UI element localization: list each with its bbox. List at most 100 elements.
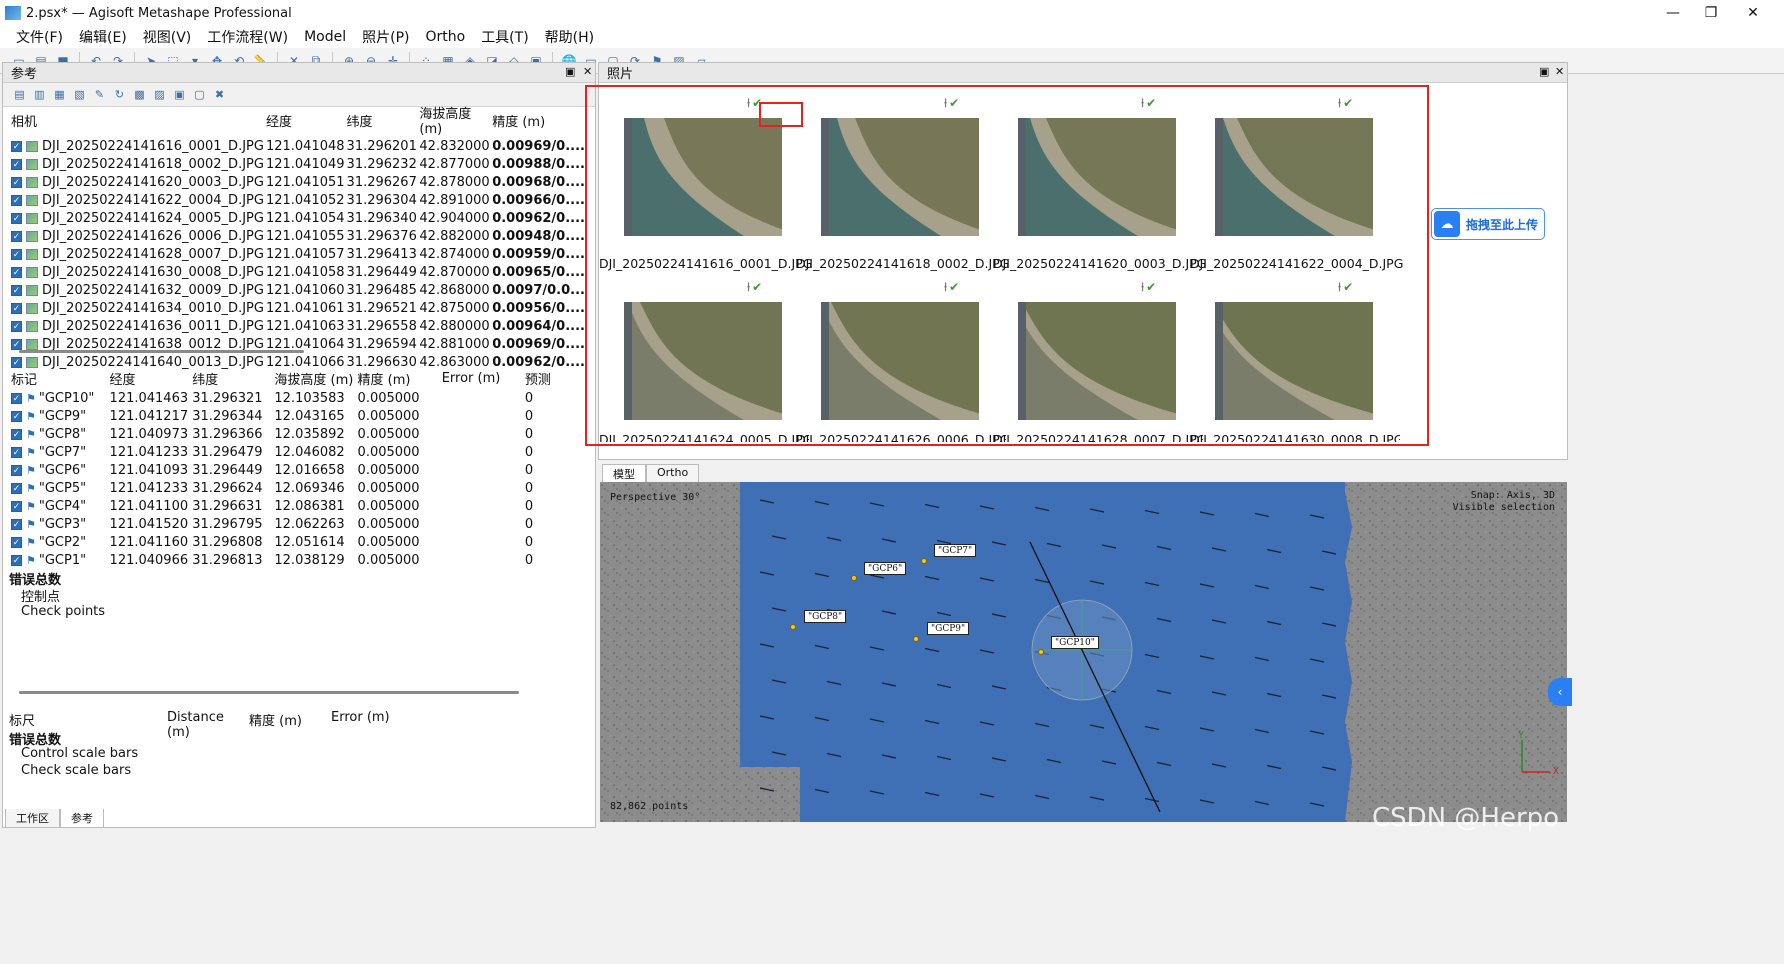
table-row[interactable]: ✓ ⚑ "GCP8" 121.040973 31.296366 12.035892 0.00… [9,425,603,443]
table-row[interactable]: ✓ DJI_20250224141618_0002_D.JPG 121.041049… [9,155,585,173]
enable-checkbox[interactable]: ✓ [11,284,22,296]
table-row[interactable]: ✓ DJI_20250224141628_0007_D.JPG 121.041057… [9,245,585,263]
enable-checkbox[interactable]: ✓ [11,194,22,206]
table-row[interactable]: ✓ DJI_20250224141626_0006_D.JPG 121.041055… [9,227,585,245]
maximize-button[interactable]: ❐ [1688,0,1734,26]
col-accuracy[interactable]: 精度 (m) [490,103,585,137]
enable-checkbox[interactable]: ✓ [11,446,22,458]
tab-workspace[interactable]: 工作区 [5,809,60,828]
table-row[interactable]: ✓ DJI_20250224141634_0010_D.JPG 121.041061… [9,299,585,317]
export-icon[interactable]: ▥ [31,86,48,103]
table-row[interactable]: ✓ ⚑ "GCP9" 121.041217 31.296344 12.043165 0.00… [9,407,603,425]
enable-checkbox[interactable]: ✓ [11,302,22,314]
enable-checkbox[interactable]: ✓ [11,140,22,152]
view-estimated-icon[interactable]: ▢ [191,86,208,103]
col-marker-error[interactable]: Error (m) [440,367,523,389]
enable-checkbox[interactable]: ✓ [11,230,22,242]
col-marker-latitude[interactable]: 纬度 [190,367,272,389]
float-panel-icon[interactable]: ▣ [565,65,575,78]
close-panel-icon[interactable]: ✕ [583,65,592,78]
import-icon[interactable]: ▤ [11,86,28,103]
tab-model[interactable]: 模型 [602,464,646,484]
gcp9-marker-pin[interactable] [913,636,919,642]
col-longitude[interactable]: 经度 [264,103,345,137]
close-button[interactable]: ✕ [1730,0,1776,26]
col-latitude[interactable]: 纬度 [345,103,418,137]
menu-edit[interactable]: 编辑(E) [71,27,135,47]
table-row[interactable]: ✓ ⚑ "GCP5" 121.041233 31.296624 12.069346 0.00… [9,479,603,497]
enable-checkbox[interactable]: ✓ [11,482,22,494]
enable-checkbox[interactable]: ✓ [11,392,22,404]
enable-checkbox[interactable]: ✓ [11,158,22,170]
table-row[interactable]: ✓ DJI_20250224141616_0001_D.JPG 121.041048… [9,137,585,155]
menu-tools[interactable]: 工具(T) [473,27,536,47]
table-row[interactable]: ✓ ⚑ "GCP1" 121.040966 31.296813 12.038129 0.00… [9,551,603,569]
table-row[interactable]: ✓ DJI_20250224141632_0009_D.JPG 121.041060… [9,281,585,299]
enable-checkbox[interactable]: ✓ [11,356,22,368]
menu-view[interactable]: 视图(V) [135,27,200,47]
settings-table-icon[interactable]: ▧ [71,86,88,103]
enable-checkbox[interactable]: ✓ [11,554,22,566]
reference-settings-icon[interactable]: ✖ [211,86,228,103]
enable-checkbox[interactable]: ✓ [11,536,22,548]
col-camera[interactable]: 相机 [9,103,264,137]
col-altitude[interactable]: 海拔高度 (m) [417,103,490,137]
gcp6-marker-pin[interactable] [851,575,857,581]
enable-checkbox[interactable]: ✓ [11,248,22,260]
side-collapse-button[interactable]: ‹ [1548,678,1572,706]
view-source-icon[interactable]: ▩ [131,86,148,103]
table-row[interactable]: ✓ ⚑ "GCP4" 121.041100 31.296631 12.086381 0.00… [9,497,603,515]
float-panel-icon[interactable]: ▣ [1539,65,1549,78]
enable-checkbox[interactable]: ✓ [11,410,22,422]
table-row[interactable]: ✓ DJI_20250224141622_0004_D.JPG 121.041052… [9,191,585,209]
menu-photo[interactable]: 照片(P) [354,27,417,47]
enable-checkbox[interactable]: ✓ [11,266,22,278]
table-row[interactable]: ✓ DJI_20250224141630_0008_D.JPG 121.041058… [9,263,585,281]
gcp10-marker-pin[interactable] [1038,649,1044,655]
enable-checkbox[interactable]: ✓ [11,428,22,440]
upload-drop-button[interactable]: ☁ 拖拽至此上传 [1431,208,1545,240]
col-distance[interactable]: Distance (m) [167,710,249,740]
menu-help[interactable]: 帮助(H) [537,27,602,47]
enable-checkbox[interactable]: ✓ [11,338,22,350]
optimize-icon[interactable]: ✎ [91,86,108,103]
table-row[interactable]: ✓ ⚑ "GCP7" 121.041233 31.296479 12.046082 0.00… [9,443,603,461]
col-marker-accuracy[interactable]: 精度 (m) [356,367,440,389]
model-viewport[interactable]: Perspective 30° Snap: Axis, 3D Visible s… [600,482,1567,822]
tab-ortho[interactable]: Ortho [646,464,700,484]
col-scalebar-accuracy[interactable]: 精度 (m) [249,710,331,740]
col-marker[interactable]: 标记 [9,367,108,389]
gcp8-marker-pin[interactable] [790,624,796,630]
table-row[interactable]: ✓ DJI_20250224141624_0005_D.JPG 121.041054… [9,209,585,227]
marker-cell [440,479,523,497]
table-row[interactable]: ✓ ⚑ "GCP10" 121.041463 31.296321 12.103583 0.0… [9,389,603,407]
cameras-scrollbar[interactable] [19,350,304,353]
table-row[interactable]: ✓ DJI_20250224141636_0011_D.JPG 121.041063… [9,317,585,335]
view-variance-icon[interactable]: ▣ [171,86,188,103]
enable-checkbox[interactable]: ✓ [11,464,22,476]
enable-checkbox[interactable]: ✓ [11,176,22,188]
table-row[interactable]: ✓ ⚑ "GCP2" 121.041160 31.296808 12.051614 0.00… [9,533,603,551]
col-marker-altitude[interactable]: 海拔高度 (m) [272,367,355,389]
perspective-label: Perspective 30° [610,492,701,503]
col-marker-longitude[interactable]: 经度 [108,367,191,389]
menu-ortho[interactable]: Ortho [417,29,473,45]
table-row[interactable]: ✓ DJI_20250224141620_0003_D.JPG 121.041051… [9,173,585,191]
enable-checkbox[interactable]: ✓ [11,500,22,512]
table-row[interactable]: ✓ ⚑ "GCP3" 121.041520 31.296795 12.062263 0.00… [9,515,603,533]
enable-checkbox[interactable]: ✓ [11,518,22,530]
close-panel-icon[interactable]: ✕ [1555,65,1564,78]
gcp7-marker-pin[interactable] [921,558,927,564]
menu-file[interactable]: 文件(F) [8,27,71,47]
markers-scrollbar[interactable] [19,691,519,694]
menu-model[interactable]: Model [296,29,354,45]
update-icon[interactable]: ↻ [111,86,128,103]
col-scalebar-error[interactable]: Error (m) [331,710,411,740]
enable-checkbox[interactable]: ✓ [11,212,22,224]
convert-icon[interactable]: ▦ [51,86,68,103]
view-error-icon[interactable]: ▨ [151,86,168,103]
enable-checkbox[interactable]: ✓ [11,320,22,332]
menu-workflow[interactable]: 工作流程(W) [199,27,296,47]
table-row[interactable]: ✓ ⚑ "GCP6" 121.041093 31.296449 12.016658 0.00… [9,461,603,479]
tab-reference[interactable]: 参考 [60,809,104,828]
